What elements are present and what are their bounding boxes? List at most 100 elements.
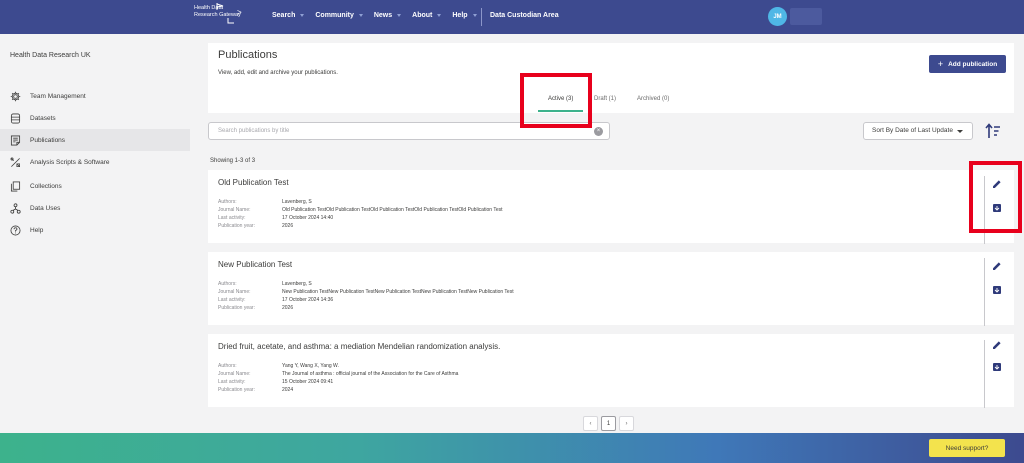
sidebar-item-analysis-scripts[interactable]: Analysis Scripts & Software — [0, 151, 190, 173]
year-label: Publication year: — [218, 305, 255, 311]
gateway-logo[interactable]: Health Data Research Gateway > — [194, 3, 242, 24]
card-divider — [984, 258, 985, 326]
prev-page-button[interactable]: ‹ — [583, 416, 598, 431]
sidebar-item-label: Datasets — [30, 114, 56, 122]
authors-label: Authors: — [218, 281, 237, 287]
results-count: Showing 1-3 of 3 — [210, 158, 256, 164]
nav-label: Search — [272, 12, 296, 19]
page-1-button[interactable]: 1 — [601, 416, 616, 431]
gear-icon — [10, 91, 21, 101]
publication-meta: Authors: Lavenberg, S Journal Name: Old Pu… — [218, 198, 503, 230]
authors-value: Lavenberg, S — [282, 281, 312, 287]
activity-value: 17 October 2024 14:36 — [282, 297, 334, 303]
logo-flag-icon — [216, 3, 224, 10]
footer-gradient-bar — [0, 433, 1024, 463]
nav-label: News — [373, 12, 393, 19]
journal-label: Journal Name: — [218, 289, 251, 295]
nav-community[interactable]: Community — [315, 12, 363, 19]
publication-card: New Publication Test Authors: Lavenberg, … — [208, 252, 1014, 326]
need-support-button[interactable]: Need support? — [929, 439, 1005, 457]
publication-card: Dried fruit, acetate, and asthma: a medi… — [208, 334, 1014, 408]
publication-meta: Authors: Yang Y, Wang X, Yang W. Journal … — [218, 362, 458, 394]
page-subtitle: View, add, edit and archive your publica… — [218, 70, 338, 76]
sidebar-item-collections[interactable]: Collections — [0, 175, 190, 197]
pagination: ‹ 1 › — [583, 416, 634, 431]
sidebar-item-team-management[interactable]: Team Management — [0, 85, 190, 107]
publication-card: Old Publication Test Authors: Lavenberg, … — [208, 170, 1014, 244]
add-publication-button[interactable]: + Add publication — [929, 55, 1006, 73]
sidebar-item-publications[interactable]: Publications — [0, 129, 190, 151]
collection-icon — [10, 181, 21, 191]
database-icon — [10, 113, 21, 123]
publication-title[interactable]: Old Publication Test — [218, 178, 289, 187]
nav-label: About — [412, 12, 433, 19]
edit-pencil-icon[interactable] — [992, 340, 1002, 350]
chevron-down-icon — [472, 14, 477, 17]
authors-value: Yang Y, Wang X, Yang W. — [282, 363, 339, 369]
publication-title[interactable]: New Publication Test — [218, 260, 292, 269]
tab-archived[interactable]: Archived (0) — [637, 96, 669, 102]
add-publication-label: Add publication — [948, 60, 998, 68]
nav-help[interactable]: Help — [452, 12, 477, 19]
publications-header-panel: Publications View, add, edit and archive… — [208, 43, 1014, 113]
year-value: 2026 — [282, 223, 294, 229]
logo-chevron: > — [237, 8, 242, 17]
highlight-active-tab — [520, 73, 592, 128]
sidebar-item-data-uses[interactable]: Data Uses — [0, 197, 190, 219]
nav-about[interactable]: About — [412, 12, 442, 19]
sidebar-item-help[interactable]: Help — [0, 219, 190, 241]
sidebar-item-label: Collections — [30, 182, 62, 190]
sidebar: Health Data Research UK Team Management … — [0, 34, 190, 429]
activity-value: 15 October 2024 09:41 — [282, 379, 334, 385]
nav-data-custodian-area[interactable]: Data Custodian Area — [490, 12, 559, 19]
chevron-down-icon — [397, 14, 402, 17]
sidebar-item-label: Analysis Scripts & Software — [30, 158, 110, 166]
sort-label: Sort By Date of Last Update — [872, 127, 953, 134]
journal-value: Old Publication TestOld Publication Test… — [282, 207, 503, 213]
edit-pencil-icon[interactable] — [992, 261, 1002, 271]
highlight-card-actions — [969, 161, 1022, 233]
publication-title[interactable]: Dried fruit, acetate, and asthma: a medi… — [218, 342, 500, 351]
year-label: Publication year: — [218, 223, 255, 229]
plus-icon: + — [937, 59, 944, 69]
tab-draft[interactable]: Draft (1) — [594, 96, 616, 102]
next-page-button[interactable]: › — [619, 416, 634, 431]
top-navigation-bar: Health Data Research Gateway > Search Co… — [0, 0, 1024, 34]
account-menu[interactable] — [790, 8, 822, 25]
nav-divider — [481, 8, 482, 26]
sort-dropdown[interactable]: Sort By Date of Last Update — [863, 122, 973, 140]
journal-value: New Publication TestNew Publication Test… — [282, 289, 514, 295]
nav-search[interactable]: Search — [272, 12, 305, 19]
sidebar-item-label: Data Uses — [30, 204, 61, 212]
avatar[interactable]: JM — [768, 7, 787, 26]
archive-icon[interactable] — [992, 285, 1002, 295]
authors-label: Authors: — [218, 199, 237, 205]
document-icon — [10, 135, 21, 145]
journal-value: The Journal of asthma : official journal… — [282, 371, 459, 377]
activity-label: Last activity: — [218, 379, 246, 385]
sidebar-item-datasets[interactable]: Datasets — [0, 107, 190, 129]
year-value: 2026 — [282, 305, 294, 311]
activity-value: 17 October 2024 14:40 — [282, 215, 334, 221]
publication-meta: Authors: Lavenberg, S Journal Name: New Pu… — [218, 280, 514, 312]
archive-icon[interactable] — [992, 362, 1002, 372]
data-uses-icon — [10, 202, 21, 214]
nav-news[interactable]: News — [373, 12, 402, 19]
chevron-down-icon — [300, 14, 305, 17]
authors-label: Authors: — [218, 363, 237, 369]
chevron-down-icon — [437, 14, 442, 17]
sidebar-item-label: Publications — [30, 136, 66, 144]
nav-label: Community — [315, 12, 354, 19]
chevron-down-icon — [957, 130, 963, 133]
year-label: Publication year: — [218, 387, 255, 393]
activity-label: Last activity: — [218, 215, 246, 221]
main-nav: Search Community News About Help — [272, 12, 488, 19]
sort-direction-icon[interactable] — [983, 121, 1003, 141]
page-title: Publications — [218, 49, 278, 61]
tools-icon — [10, 157, 20, 167]
sidebar-item-label: Team Management — [30, 92, 86, 100]
nav-label: Help — [452, 12, 468, 19]
logo-tick-icon — [227, 18, 234, 24]
authors-value: Lavenberg, S — [282, 199, 312, 205]
clear-search-icon[interactable]: × — [594, 127, 603, 136]
